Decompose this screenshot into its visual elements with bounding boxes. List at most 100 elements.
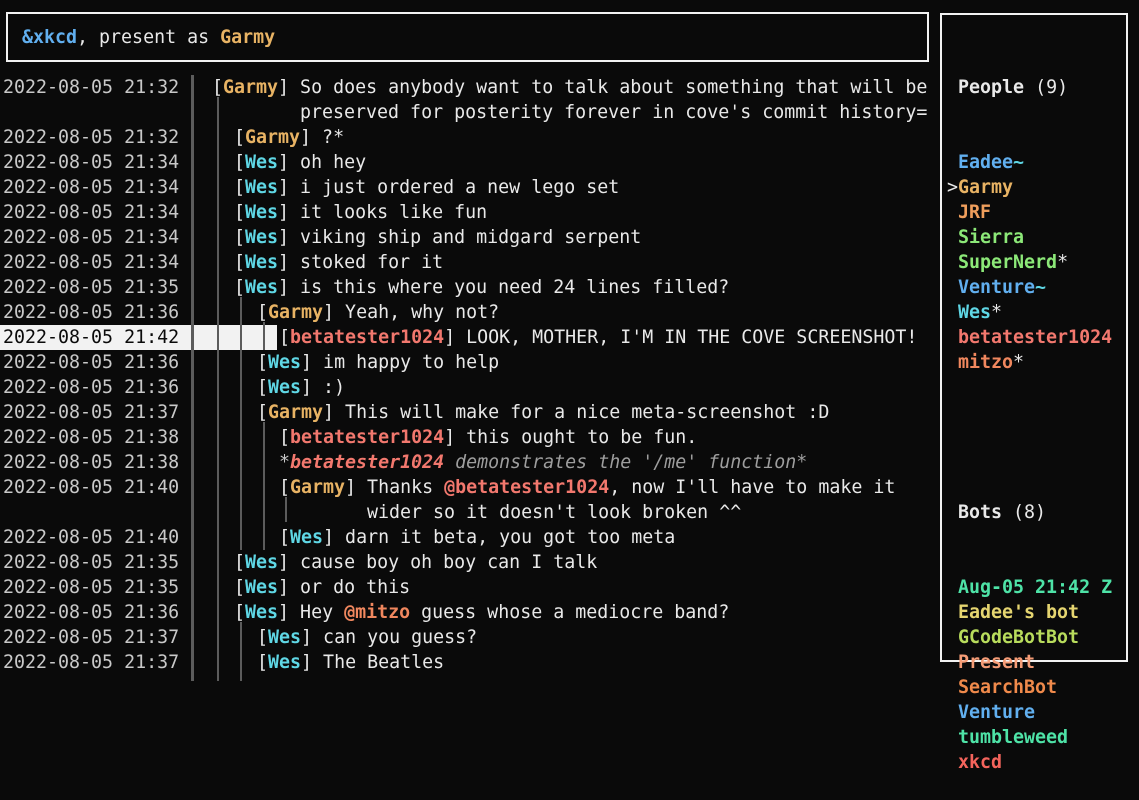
person-betatester1024[interactable]: betatester1024 — [958, 325, 1126, 350]
sender-name: Garmy — [268, 402, 323, 423]
chat-row: 2022-08-05 21:37[Wes] The Beatles — [0, 650, 940, 675]
sender-name: Wes — [245, 202, 278, 223]
user-name: Venture — [958, 277, 1035, 298]
message-text: [Wes] it looks like fun — [234, 200, 487, 225]
chat-row: 2022-08-05 21:35[Wes] or do this — [0, 575, 940, 600]
message-segment: [ — [234, 227, 245, 248]
message-text: [Wes] darn it beta, you got too meta — [279, 525, 675, 550]
message-segment: ] :) — [301, 377, 345, 398]
person-mitzo[interactable]: mitzo* — [958, 350, 1126, 375]
chat-row: 2022-08-05 21:38[betatester1024] this ou… — [0, 425, 940, 450]
sender-name: Wes — [245, 227, 278, 248]
message-segment: [ — [257, 652, 268, 673]
bot-tumbleweed[interactable]: tumbleweed — [958, 725, 1126, 750]
sender-name: Wes — [245, 552, 278, 573]
mention[interactable]: @betatester1024 — [444, 477, 609, 498]
message-segment: guess whose a mediocre band? — [410, 602, 729, 623]
chat-row: 2022-08-05 21:40[Garmy] Thanks @betatest… — [0, 475, 940, 500]
message-segment: ] So does anybody want to talk about som… — [278, 77, 927, 98]
mention[interactable]: @mitzo — [344, 602, 410, 623]
timestamp: 2022-08-05 21:42 — [3, 325, 179, 350]
people-count: (9) — [1035, 77, 1068, 98]
message-segment: ] ?* — [300, 127, 344, 148]
message-segment: [ — [234, 152, 245, 173]
message-segment: [ — [279, 327, 290, 348]
people-section-header: People (9) — [958, 75, 1126, 100]
chat-row: 2022-08-05 21:34 [Wes] stoked for it — [0, 250, 940, 275]
message-segment: [ — [257, 377, 268, 398]
user-status-suffix: ~ — [1013, 152, 1024, 173]
header-separator: , present as — [77, 25, 220, 50]
bot-aug-05-21-42-z[interactable]: Aug-05 21:42 Z — [958, 575, 1126, 600]
user-name: Present — [958, 652, 1035, 673]
message-text: [Wes] viking ship and midgard serpent — [234, 225, 641, 250]
message-text: [Wes] stoked for it — [234, 250, 443, 275]
message-text: [Garmy] This will make for a nice meta-s… — [257, 400, 829, 425]
thread-line — [263, 422, 265, 550]
message-segment: [ — [234, 277, 245, 298]
bot-gcodebotbot[interactable]: GCodeBotBot — [958, 625, 1126, 650]
message-segment: ] this ought to be fun. — [444, 427, 697, 448]
message-text: [Garmy] Yeah, why not? — [257, 300, 499, 325]
message-segment: ] darn it beta, you got too meta — [323, 527, 675, 548]
message-text: [Wes] cause boy oh boy can I talk — [234, 550, 597, 575]
message-segment: [ — [234, 577, 245, 598]
user-name: Eadee — [958, 152, 1013, 173]
timestamp: 2022-08-05 21:32 — [3, 125, 179, 150]
message-segment: [ — [257, 402, 268, 423]
chat-row: 2022-08-05 21:36[Wes] im happy to help — [0, 350, 940, 375]
person-jrf[interactable]: JRF — [958, 200, 1126, 225]
person-venture[interactable]: Venture~ — [958, 275, 1126, 300]
bot-xkcd[interactable]: xkcd — [958, 750, 1126, 775]
bot-present[interactable]: Present — [958, 650, 1126, 675]
sender-name: Wes — [245, 602, 278, 623]
person-wes[interactable]: Wes* — [958, 300, 1126, 325]
person-sierra[interactable]: Sierra — [958, 225, 1126, 250]
person-supernerd[interactable]: SuperNerd* — [958, 250, 1126, 275]
chat-row: 2022-08-05 21:35[Wes] cause boy oh boy c… — [0, 550, 940, 575]
message-text: [Wes] The Beatles — [257, 650, 444, 675]
chat-row: 2022-08-05 21:34[Wes] i just ordered a n… — [0, 175, 940, 200]
message-segment: ] or do this — [278, 577, 410, 598]
message-segment: [ — [234, 202, 245, 223]
sender-name: betatester1024 — [290, 327, 444, 348]
message-segment: [ — [279, 477, 290, 498]
sender-name: Garmy — [290, 477, 345, 498]
message-text: [Wes] or do this — [234, 575, 410, 600]
bots-list: Aug-05 21:42 ZEadee's botGCodeBotBotPres… — [958, 575, 1126, 775]
user-name: Sierra — [958, 227, 1024, 248]
message-segment: [ — [279, 527, 290, 548]
bot-searchbot[interactable]: SearchBot — [958, 675, 1126, 700]
user-name: SearchBot — [958, 677, 1057, 698]
timestamp: 2022-08-05 21:34 — [3, 150, 179, 175]
sender-name: Garmy — [245, 127, 300, 148]
bot-eadee-s-bot[interactable]: Eadee's bot — [958, 600, 1126, 625]
timestamp: 2022-08-05 21:36 — [3, 600, 179, 625]
message-segment: ] can you guess? — [301, 627, 477, 648]
message-segment: ] is this where you need 24 lines filled… — [278, 277, 729, 298]
sender-name: Wes — [268, 377, 301, 398]
message-segment: [ — [234, 252, 245, 273]
message-text: [Wes] Hey @mitzo guess whose a mediocre … — [234, 600, 729, 625]
message-segment: ] Hey — [278, 602, 344, 623]
message-segment: , now I'll have to make it — [609, 477, 895, 498]
user-name: Garmy — [958, 177, 1013, 198]
chat-row: 2022-08-05 21:35[Wes] is this where you … — [0, 275, 940, 300]
bot-venture[interactable]: Venture — [958, 700, 1126, 725]
self-marker: > — [947, 175, 958, 200]
chat-row: 2022-08-05 21:34[Wes] oh hey — [0, 150, 940, 175]
sender-name: Wes — [245, 152, 278, 173]
sidebar-spacer — [958, 425, 1126, 450]
message-segment: * — [279, 452, 290, 473]
chat-row: 2022-08-05 21:32 [Garmy] ?* — [0, 125, 940, 150]
message-segment: ] Thanks — [345, 477, 444, 498]
person-eadee[interactable]: Eadee~ — [958, 150, 1126, 175]
people-list: Eadee~>GarmyJRFSierraSuperNerd*Venture~W… — [958, 150, 1126, 375]
message-text: [Garmy] ?* — [234, 125, 344, 150]
person-garmy[interactable]: >Garmy — [958, 175, 1126, 200]
timestamp: 2022-08-05 21:34 — [3, 250, 179, 275]
user-name: Aug-05 21:42 Z — [958, 577, 1112, 598]
sender-name: Wes — [245, 252, 278, 273]
message-text: *betatester1024 demonstrates the '/me' f… — [279, 450, 807, 475]
message-segment: ] LOOK, MOTHER, I'M IN THE COVE SCREENSH… — [444, 327, 917, 348]
